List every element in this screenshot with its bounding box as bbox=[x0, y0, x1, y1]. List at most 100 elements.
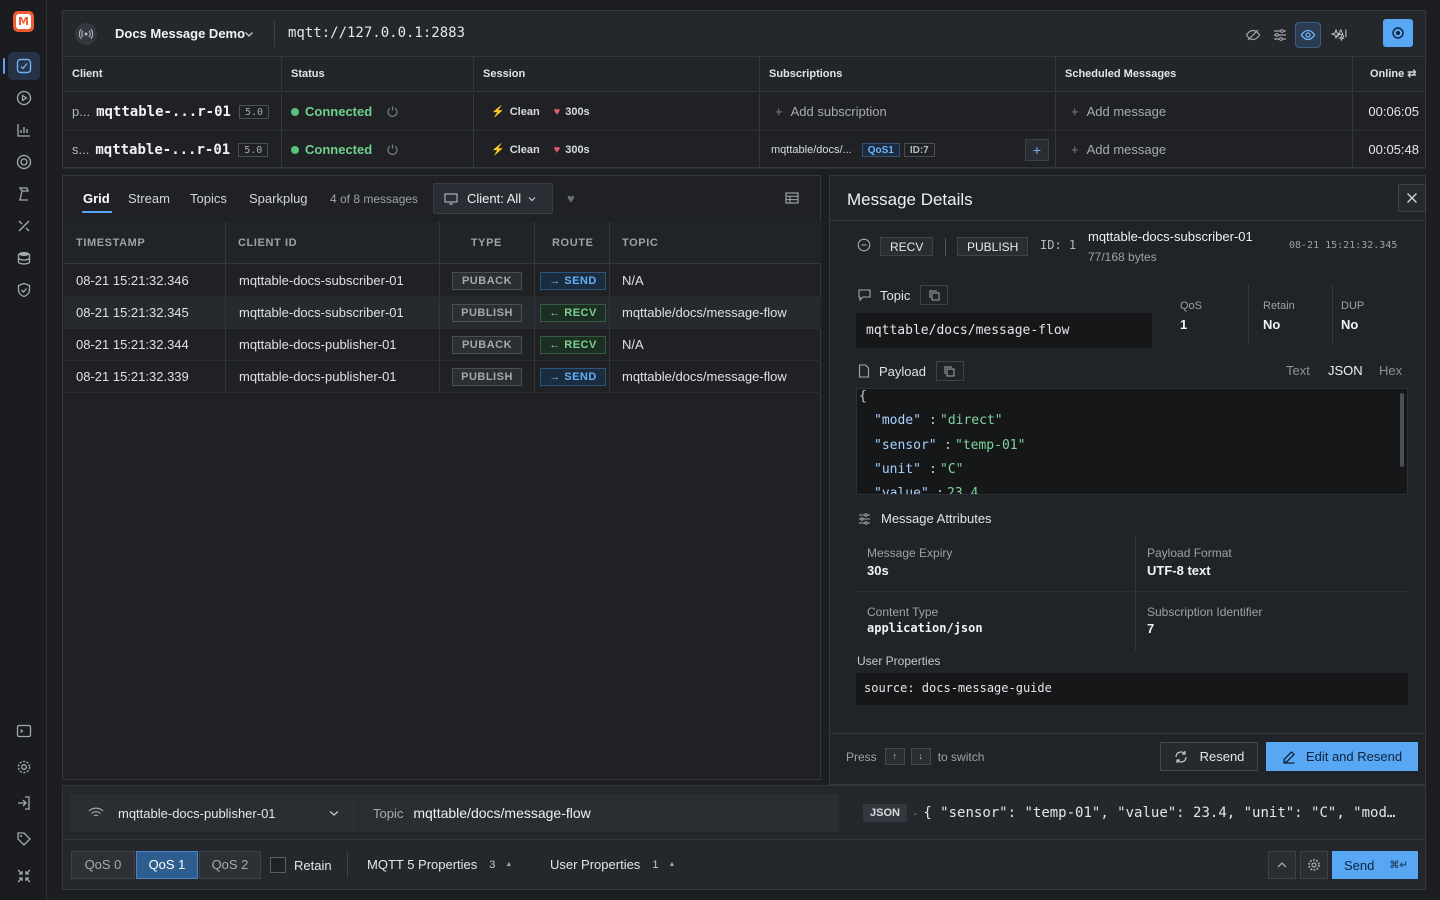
attr-value: application/json bbox=[867, 621, 983, 635]
client-filter-dropdown[interactable]: Client: All bbox=[433, 183, 553, 214]
sliders-icon[interactable] bbox=[1267, 22, 1293, 48]
copy-topic-button[interactable] bbox=[920, 285, 949, 305]
topic-value[interactable]: mqttable/docs/message-flow bbox=[856, 313, 1152, 348]
play-circle-icon[interactable] bbox=[8, 84, 40, 112]
ai-label[interactable]: AI bbox=[1337, 28, 1347, 40]
direction-badge: RECV bbox=[880, 237, 934, 256]
col-status: Status bbox=[282, 57, 474, 92]
user-properties-toggle[interactable]: User Properties 1 ▲ bbox=[550, 857, 675, 872]
eye-off-icon[interactable] bbox=[1240, 22, 1266, 48]
tag-icon[interactable] bbox=[8, 825, 40, 853]
status-dot bbox=[291, 107, 299, 116]
table-view-icon[interactable] bbox=[785, 192, 799, 204]
tab-grid[interactable]: Grid bbox=[83, 191, 110, 206]
qos-badge: QoS1 bbox=[861, 142, 900, 157]
qos-2-button[interactable]: QoS 2 bbox=[199, 851, 261, 879]
swap-icon[interactable]: ⇄ bbox=[1407, 68, 1416, 80]
close-button[interactable] bbox=[1398, 184, 1426, 212]
tab-topics[interactable]: Topics bbox=[190, 191, 227, 206]
session-cell: ⚡ Clean ♥ 300s bbox=[474, 93, 760, 131]
type-badge: PUBLISH bbox=[452, 304, 522, 322]
divider bbox=[274, 21, 275, 47]
mqtt5-properties-toggle[interactable]: MQTT 5 Properties 3 ▲ bbox=[367, 857, 512, 872]
copy-payload-button[interactable] bbox=[935, 361, 964, 381]
table-row[interactable]: 08-21 15:21:32.346 mqttable-docs-subscri… bbox=[64, 265, 821, 297]
format-hex-tab[interactable]: Hex bbox=[1379, 363, 1402, 378]
col-client-id[interactable]: CLIENT ID bbox=[226, 222, 440, 264]
login-icon[interactable] bbox=[8, 789, 40, 817]
retain-label: Retain bbox=[1263, 300, 1295, 312]
refresh-icon bbox=[1174, 750, 1188, 764]
target-icon[interactable] bbox=[8, 148, 40, 176]
table-row-selected[interactable]: 08-21 15:21:32.345 mqttable-docs-subscri… bbox=[64, 297, 821, 329]
col-timestamp[interactable]: TIMESTAMP bbox=[64, 222, 226, 264]
payload-format-badge[interactable]: JSON bbox=[863, 804, 907, 822]
connections-icon[interactable] bbox=[3, 52, 40, 80]
resend-button[interactable]: Resend bbox=[1160, 742, 1258, 771]
add-message-button[interactable]: + Add message bbox=[1056, 93, 1353, 131]
attr-value: 30s bbox=[867, 563, 889, 578]
power-icon[interactable] bbox=[386, 105, 399, 118]
attr-value: 7 bbox=[1147, 621, 1155, 636]
publish-payload-preview[interactable]: JSON · { "sensor": "temp-01", "value": 2… bbox=[863, 794, 1423, 832]
gear-icon bbox=[1307, 858, 1321, 872]
qos-0-button[interactable]: QoS 0 bbox=[71, 851, 135, 879]
wifi-icon bbox=[88, 807, 104, 819]
col-type[interactable]: TYPE bbox=[440, 222, 535, 264]
type-badge: PUBLISH bbox=[452, 368, 522, 386]
client-cell[interactable]: p... mqttable-...r-01 5.0 bbox=[63, 93, 282, 131]
type-badge: PUBACK bbox=[452, 336, 522, 354]
payload-size: 77/168 bytes bbox=[1088, 250, 1157, 264]
qos-1-button[interactable]: QoS 1 bbox=[136, 851, 198, 879]
plus-icon: + bbox=[1071, 142, 1079, 157]
left-rail: M bbox=[0, 0, 47, 900]
eye-icon[interactable] bbox=[1295, 22, 1321, 48]
format-text-tab[interactable]: Text bbox=[1286, 363, 1310, 378]
format-json-tab[interactable]: JSON bbox=[1328, 363, 1363, 378]
sliders-icon bbox=[858, 512, 871, 525]
payload-scrollbar[interactable] bbox=[1400, 393, 1404, 467]
payload-viewer[interactable]: { "mode": "direct" "sensor": "temp-01" "un… bbox=[856, 388, 1408, 495]
script-icon[interactable] bbox=[8, 180, 40, 208]
publisher-client-select[interactable]: mqttable-docs-publisher-01 bbox=[71, 794, 358, 832]
database-icon[interactable] bbox=[8, 244, 40, 272]
table-row[interactable]: 08-21 15:21:32.339 mqttable-docs-publish… bbox=[64, 361, 821, 393]
collapse-icon[interactable] bbox=[8, 862, 40, 890]
chart-icon[interactable] bbox=[8, 116, 40, 144]
collapse-circle-icon[interactable] bbox=[857, 238, 871, 252]
col-scheduled: Scheduled Messages bbox=[1056, 57, 1353, 92]
terminal-icon[interactable] bbox=[8, 717, 40, 745]
divider bbox=[945, 238, 946, 256]
add-subscription-plus-button[interactable]: + bbox=[1025, 139, 1049, 161]
session-cell: ⚡ Clean ♥ 300s bbox=[474, 131, 760, 169]
chevron-down-icon[interactable] bbox=[243, 28, 255, 40]
heart-filter-icon[interactable]: ♥ bbox=[567, 191, 575, 206]
tools-icon[interactable] bbox=[8, 212, 40, 240]
expand-button[interactable] bbox=[1268, 851, 1296, 879]
edit-and-resend-button[interactable]: Edit and Resend bbox=[1266, 742, 1418, 771]
settings-icon[interactable] bbox=[8, 753, 40, 781]
checkbox-box[interactable] bbox=[270, 857, 286, 873]
table-row[interactable]: 08-21 15:21:32.344 mqttable-docs-publish… bbox=[64, 329, 821, 361]
subscription-topic[interactable]: mqttable/docs/... bbox=[771, 144, 852, 156]
client-cell[interactable]: s... mqttable-...r-01 5.0 bbox=[63, 131, 282, 169]
power-icon[interactable] bbox=[386, 143, 399, 156]
record-button[interactable] bbox=[1383, 19, 1413, 47]
send-button[interactable]: Send ⌘↵ bbox=[1332, 851, 1418, 879]
publish-settings-button[interactable] bbox=[1300, 851, 1328, 879]
options-divider bbox=[347, 852, 348, 878]
retain-checkbox[interactable]: Retain bbox=[270, 857, 332, 873]
col-topic[interactable]: TOPIC bbox=[610, 222, 821, 264]
col-route[interactable]: ROUTE bbox=[535, 222, 610, 264]
add-message-button[interactable]: + Add message bbox=[1056, 131, 1353, 169]
connection-name[interactable]: Docs Message Demo bbox=[115, 26, 245, 41]
tab-sparkplug[interactable]: Sparkplug bbox=[249, 191, 308, 206]
shield-icon[interactable] bbox=[8, 276, 40, 304]
user-properties-value[interactable]: source: docs-message-guide bbox=[856, 673, 1408, 705]
publish-topic-input[interactable]: Topic mqttable/docs/message-flow bbox=[359, 794, 839, 832]
caret-up-icon: ▲ bbox=[505, 861, 513, 868]
add-subscription-button[interactable]: + Add subscription bbox=[760, 93, 1056, 131]
tab-stream[interactable]: Stream bbox=[128, 191, 170, 206]
route-badge: → SEND bbox=[540, 272, 606, 290]
subscription-cell[interactable]: mqttable/docs/... QoS1 ID:7 + bbox=[760, 131, 1056, 169]
